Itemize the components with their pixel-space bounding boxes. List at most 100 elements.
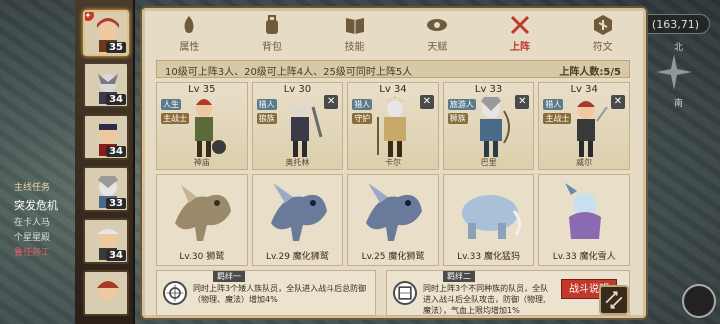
corrupted-griffin-icon (270, 183, 327, 241)
tab-attributes[interactable]: 属性 (148, 10, 231, 53)
mount-label: Lv.29 魔化狮鹫 (265, 252, 329, 262)
hero-card[interactable]: Lv 33 旅游人 狮族 ✕ 巴里 (442, 82, 535, 170)
hero-tag: 猎人 (256, 99, 277, 110)
hero-card[interactable]: Lv 30 猎人 狼族 ✕ 奥托林 (251, 82, 344, 170)
tab-talents[interactable]: 天赋 (396, 10, 479, 53)
bond-section: 羁绊一 同时上阵3个矮人族队员，全队进入战斗后总防御（物理、魔法）增加4% 羁绊… (156, 270, 630, 316)
lineup-count: 上阵人数:5/5 (559, 67, 621, 78)
avatar-level: 35 (106, 42, 126, 53)
mount-card[interactable]: Lv.33 魔化猛犸 (442, 174, 535, 266)
party-avatar[interactable]: 33 (83, 166, 129, 212)
backpack-icon (266, 15, 278, 34)
mount-card[interactable]: Lv.29 魔化狮鹫 (251, 174, 344, 266)
hero-tag: 猎人 (352, 99, 373, 110)
compass-star-icon (656, 54, 692, 90)
party-avatar[interactable] (83, 270, 129, 316)
minimap-button[interactable] (682, 284, 716, 318)
compass-south: 南 (674, 99, 684, 109)
tab-label: 属性 (179, 42, 200, 53)
remove-hero-button[interactable]: ✕ (515, 95, 530, 109)
quest-category: 主线任务 (14, 183, 51, 193)
hero-card[interactable]: Lv 34 猎人 守护 ✕ 卡尔 (347, 82, 439, 170)
mount-card[interactable]: Lv.25 魔化狮鹫 (347, 174, 439, 266)
tab-label: 背包 (262, 42, 282, 53)
remove-hero-button[interactable]: ✕ (324, 95, 339, 109)
tab-label: 上阵 (510, 42, 531, 53)
quest-line: 个星星殿 (14, 233, 51, 243)
avatar-level: 34 (106, 94, 126, 105)
mount-card[interactable]: Lv.30 狮鹫 (156, 174, 248, 266)
lineup-roster: Lv 35 人生 主战士 神庙 Lv.30 狮鹫 Lv 30 猎人 狼族 ✕ 奥… (156, 82, 630, 266)
hero-figure-icon (290, 101, 323, 157)
hero-name: 巴里 (480, 158, 497, 167)
corrupted-yeti-icon (565, 183, 602, 239)
rune-icon (593, 15, 612, 35)
hero-tag: 人生 (161, 99, 181, 110)
compass-north: 北 (674, 43, 684, 53)
lineup-slot: Lv 35 人生 主战士 神庙 Lv.30 狮鹫 (156, 82, 248, 266)
lineup-slot: Lv 33 旅游人 狮族 ✕ 巴里 Lv.33 魔化猛犸 (442, 82, 535, 266)
lineup-slot: Lv 34 猎人 守护 ✕ 卡尔 Lv.25 魔化狮鹫 (347, 82, 439, 266)
mount-label: Lv.33 魔化雪人 (552, 252, 616, 262)
talent-eye-icon (427, 19, 448, 31)
party-avatar[interactable]: 34 (83, 62, 129, 108)
hero-level: Lv 30 (283, 84, 312, 95)
hero-card[interactable]: Lv 35 人生 主战士 神庙 (156, 82, 248, 170)
party-avatar[interactable]: ✦ 35 (83, 10, 129, 56)
attribute-icon (184, 16, 194, 33)
avatar-level: 33 (106, 198, 126, 209)
multi-race-bond-icon (393, 281, 417, 305)
swap-arrows-icon (605, 291, 623, 309)
quest-line: 鲁任务工 (14, 248, 51, 258)
hero-name: 奥托林 (285, 158, 310, 167)
bond-card: 羁绊二 同时上阵3个不同种族的队员，全队进入战斗后全队攻击，防御（物理,魔法），… (386, 270, 630, 316)
tab-runes[interactable]: 符文 (561, 10, 644, 53)
tab-label: 符文 (592, 42, 613, 53)
party-avatar[interactable]: 34 (83, 114, 129, 160)
hero-figure-icon (195, 99, 226, 157)
compass: 北 南 (640, 40, 700, 109)
party-avatar[interactable]: 34 (83, 218, 129, 264)
corrupted-mammoth-icon (461, 195, 521, 239)
quest-name: 突发危机 (14, 199, 58, 212)
tab-bar: 属性 背包 技能 天赋 上阵 符文 (148, 10, 644, 53)
hero-figure-icon (577, 101, 609, 157)
bond-title: 羁绊二 (443, 271, 475, 282)
hero-name: 神庙 (193, 158, 210, 167)
bond-description: 同时上阵3个不同种族的队员，全队进入战斗后全队攻击，防御（物理,魔法），气血上限… (423, 284, 549, 315)
mount-label: Lv.33 魔化猛犸 (457, 252, 520, 262)
hero-figure-icon (377, 97, 407, 157)
tab-label: 技能 (344, 42, 365, 53)
corrupted-griffin-icon (366, 183, 423, 241)
griffin-icon (175, 185, 231, 241)
swap-button[interactable] (599, 285, 629, 315)
crossed-swords-icon (510, 15, 530, 35)
hero-tag: 狮族 (447, 113, 468, 124)
hero-name: 威尔 (576, 158, 593, 167)
remove-hero-button[interactable]: ✕ (419, 95, 434, 109)
bond-title: 羁绊一 (213, 271, 245, 282)
quest-line: 在卡人马 (14, 218, 51, 228)
hero-card[interactable]: Lv 34 猎人 主战士 ✕ 威尔 (538, 82, 630, 170)
bond-description: 同时上阵3个矮人族队员，全队进入战斗后总防御（物理、魔法）增加4% (193, 284, 367, 304)
bond-card: 羁绊一 同时上阵3个矮人族队员，全队进入战斗后总防御（物理、魔法）增加4% (156, 270, 376, 316)
skill-book-icon (345, 18, 364, 34)
tab-skills[interactable]: 技能 (313, 10, 396, 53)
mount-label: Lv.30 狮鹫 (179, 252, 225, 262)
hero-tag: 狼族 (256, 113, 277, 124)
lineup-rule-text: 10级可上阵3人、20级可上阵4人、25级可同时上阵5人 (165, 67, 413, 78)
hero-level: Lv 35 (188, 84, 216, 95)
lineup-panel: 属性 背包 技能 天赋 上阵 符文 10级可上阵3人、20级可上阵4人、25级可… (140, 6, 648, 320)
hero-figure-icon (479, 97, 510, 157)
avatar-level: 34 (106, 250, 126, 261)
tab-backpack[interactable]: 背包 (231, 10, 314, 53)
quest-tracker[interactable]: 主线任务 突发危机 在卡人马 个星星殿 鲁任务工 (14, 180, 84, 258)
remove-hero-button[interactable]: ✕ (610, 95, 625, 109)
mount-card[interactable]: Lv.33 魔化雪人 (538, 174, 630, 266)
mount-label: Lv.25 魔化狮鹫 (361, 252, 425, 262)
lineup-rule-strip: 10级可上阵3人、20级可上阵4人、25级可同时上阵5人 上阵人数:5/5 (156, 60, 630, 78)
dwarf-bond-icon (163, 281, 187, 305)
tab-lineup[interactable]: 上阵 (479, 10, 562, 53)
hero-tag: 守护 (352, 113, 373, 124)
avatar-level: 34 (106, 146, 126, 157)
